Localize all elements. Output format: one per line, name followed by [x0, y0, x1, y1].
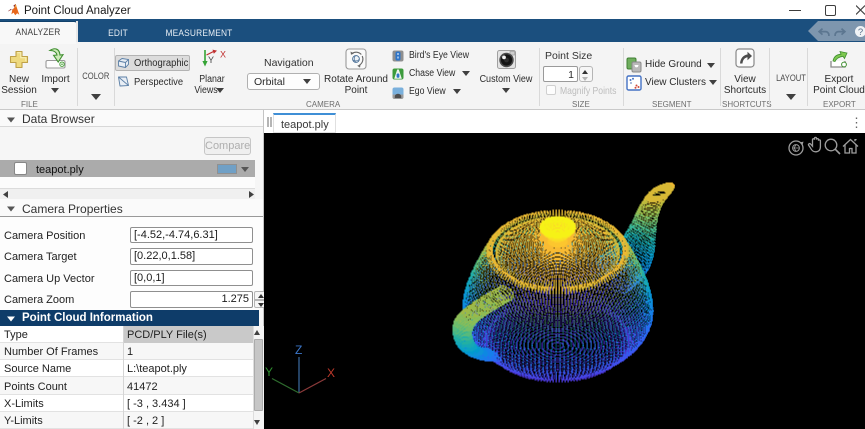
svg-text:Y: Y	[265, 365, 273, 379]
svg-text:?: ?	[858, 27, 863, 38]
svg-text:Z: Z	[295, 343, 302, 357]
svg-text:Y: Y	[208, 55, 214, 65]
svg-text:X: X	[327, 366, 335, 380]
svg-text:X: X	[220, 50, 226, 60]
